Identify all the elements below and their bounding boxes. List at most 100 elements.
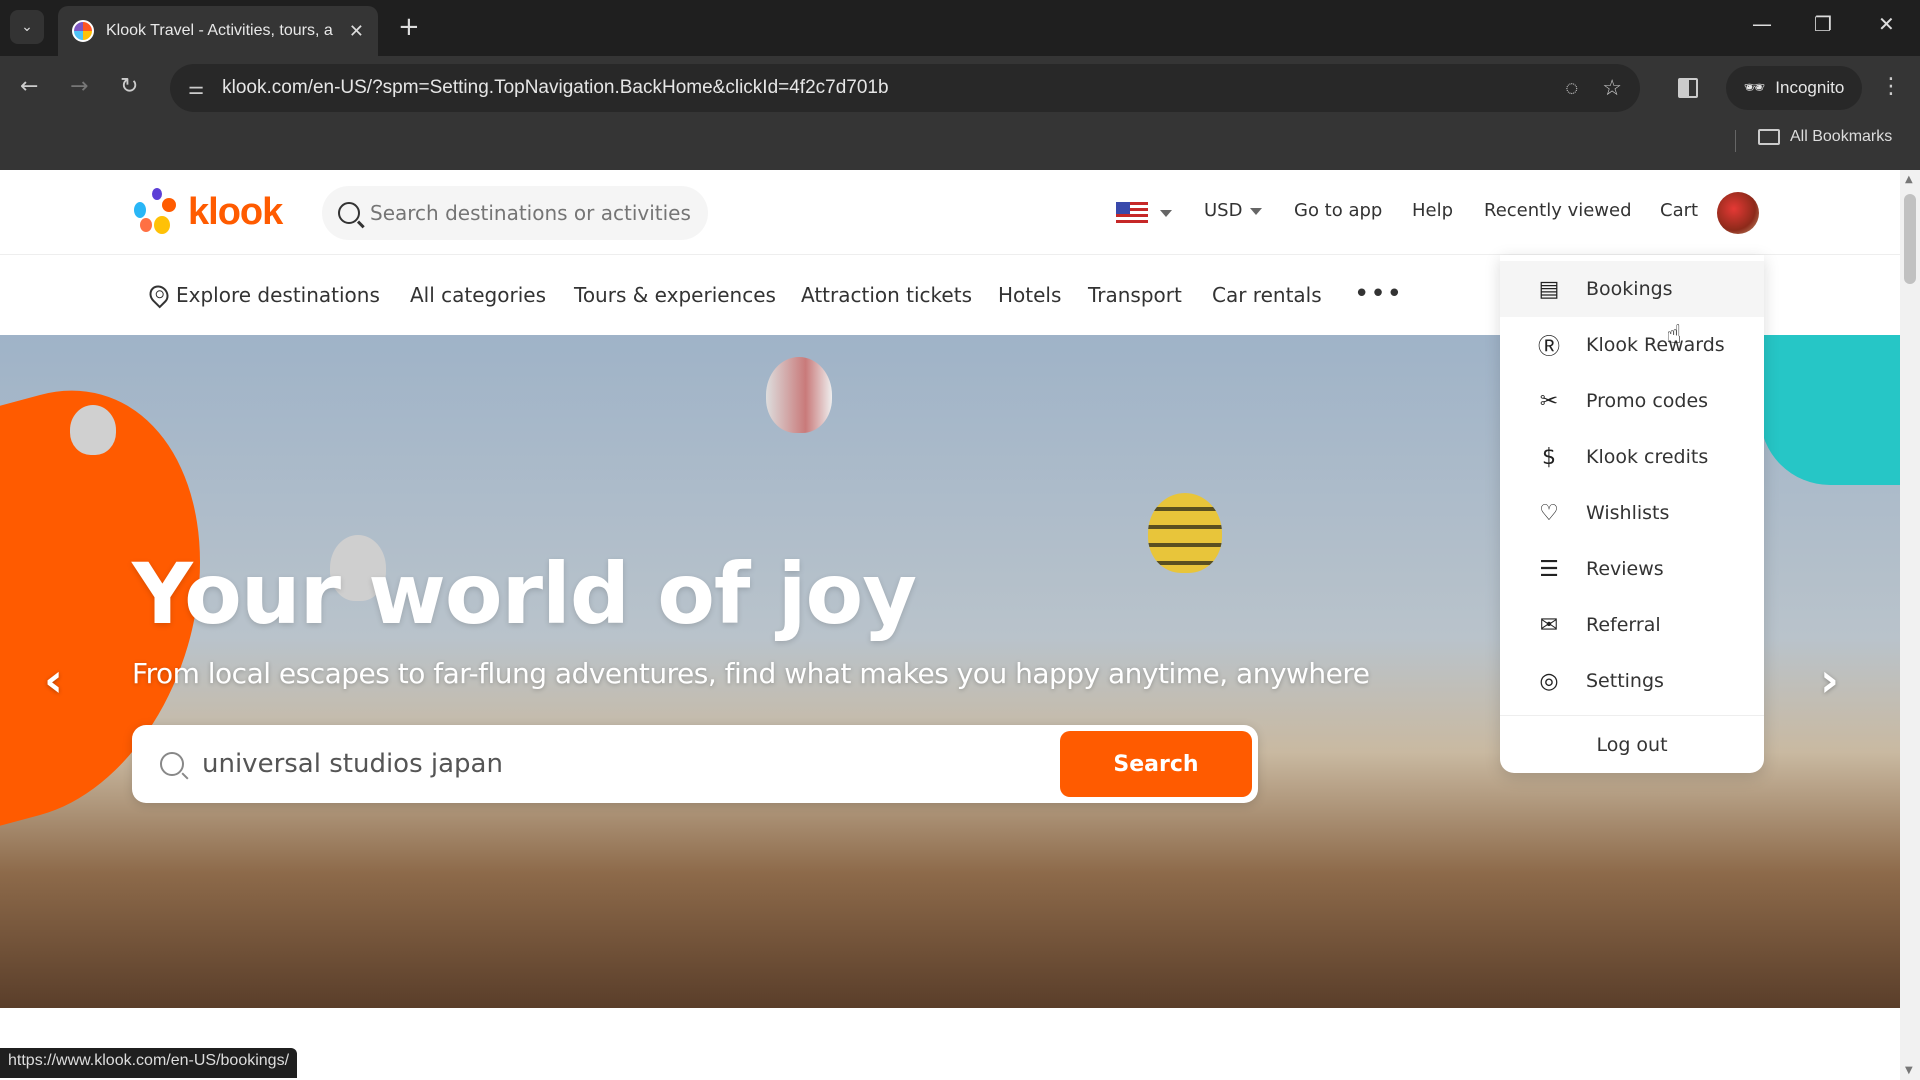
klook-logo[interactable]: klook xyxy=(132,188,283,236)
more-categories-icon[interactable]: ••• xyxy=(1354,279,1403,309)
referral-envelope-icon: ✉ xyxy=(1539,612,1559,638)
menu-item-settings[interactable]: ◎ Settings xyxy=(1500,653,1764,709)
header-search-input[interactable] xyxy=(370,201,690,225)
hero-search-box[interactable]: Search xyxy=(132,725,1258,803)
bookmarks-divider xyxy=(1735,130,1736,152)
scroll-down-icon[interactable]: ▼ xyxy=(1905,1065,1913,1076)
cart-link[interactable]: Cart xyxy=(1660,200,1698,221)
hero-search-input[interactable] xyxy=(202,749,1060,779)
location-pin-icon xyxy=(145,281,173,309)
tab-title: Klook Travel - Activities, tours, a xyxy=(106,22,333,39)
hot-air-balloon-image xyxy=(70,405,116,455)
tracking-protection-eye-icon[interactable]: ◌ xyxy=(1565,75,1578,101)
menu-item-label: Klook credits xyxy=(1586,446,1709,468)
menu-item-label: Settings xyxy=(1586,670,1664,692)
logout-button[interactable]: Log out xyxy=(1500,717,1764,773)
nav-tours-experiences[interactable]: Tours & experiences xyxy=(574,283,776,307)
decorative-teal-shape xyxy=(1760,335,1900,485)
nav-attraction-tickets[interactable]: Attraction tickets xyxy=(801,283,972,307)
carousel-next-icon[interactable]: › xyxy=(1820,653,1839,707)
menu-item-label: Promo codes xyxy=(1586,390,1709,412)
all-bookmarks-label: All Bookmarks xyxy=(1790,128,1893,145)
page-scrollbar[interactable]: ▲ ▼ xyxy=(1900,170,1920,1080)
hot-air-balloon-image xyxy=(1148,493,1222,573)
currency-label: USD xyxy=(1204,200,1243,221)
header-search-box[interactable] xyxy=(322,186,708,240)
go-to-app-link[interactable]: Go to app xyxy=(1294,200,1382,221)
hand-cursor-icon: ☝ xyxy=(1666,320,1682,350)
all-bookmarks-button[interactable]: All Bookmarks xyxy=(1758,128,1892,146)
settings-icon: ◎ xyxy=(1539,668,1559,694)
address-bar[interactable]: ⚌ klook.com/en-US/?spm=Setting.TopNaviga… xyxy=(170,64,1640,112)
menu-item-promo-codes[interactable]: ✂ Promo codes xyxy=(1500,373,1764,429)
incognito-indicator[interactable]: 🕶 Incognito xyxy=(1726,66,1862,110)
back-button[interactable]: ← xyxy=(20,74,38,99)
klook-wordmark: klook xyxy=(188,190,283,233)
menu-item-label: Klook Rewards xyxy=(1586,334,1725,356)
klook-page: klook USD Go to app Help Recently viewed… xyxy=(0,170,1900,1080)
account-dropdown-menu: ▤ Bookings Ⓡ Klook Rewards ✂ Promo codes… xyxy=(1500,255,1764,773)
review-bubble-icon: ☰ xyxy=(1539,556,1559,582)
rewards-icon: Ⓡ xyxy=(1537,335,1560,360)
restore-window-button[interactable]: ❐ xyxy=(1814,12,1832,36)
menu-item-referral[interactable]: ✉ Referral xyxy=(1500,597,1764,653)
folder-icon xyxy=(1758,129,1780,145)
hero-title: Your world of joy xyxy=(132,545,917,643)
menu-item-wishlists[interactable]: ♡ Wishlists xyxy=(1500,485,1764,541)
language-caret-icon[interactable] xyxy=(1160,210,1172,217)
bookmark-star-icon[interactable]: ☆ xyxy=(1602,75,1622,101)
url-text[interactable]: klook.com/en-US/?spm=Setting.TopNavigati… xyxy=(222,77,1541,99)
hot-air-balloon-image xyxy=(766,357,832,433)
menu-item-bookings[interactable]: ▤ Bookings xyxy=(1500,261,1764,317)
klook-logo-icon xyxy=(132,188,180,236)
nav-hotels[interactable]: Hotels xyxy=(998,283,1061,307)
nav-label: Explore destinations xyxy=(176,283,380,307)
close-window-button[interactable]: ✕ xyxy=(1878,12,1895,36)
nav-all-categories[interactable]: All categories xyxy=(410,283,546,307)
side-panel-icon[interactable] xyxy=(1678,78,1698,98)
site-info-icon[interactable]: ⚌ xyxy=(188,78,204,99)
status-bar-url: https://www.klook.com/en-US/bookings/ xyxy=(0,1048,298,1078)
heart-icon: ♡ xyxy=(1539,500,1559,526)
incognito-label: Incognito xyxy=(1775,78,1845,97)
menu-item-reviews[interactable]: ☰ Reviews xyxy=(1500,541,1764,597)
currency-selector[interactable]: USD xyxy=(1204,200,1263,221)
browser-tab-active[interactable]: Klook Travel - Activities, tours, a ✕ xyxy=(58,6,378,56)
recently-viewed-link[interactable]: Recently viewed xyxy=(1484,200,1632,221)
menu-divider xyxy=(1500,715,1764,716)
money-bag-icon: $ xyxy=(1542,444,1556,470)
scroll-up-icon[interactable]: ▲ xyxy=(1905,174,1913,185)
menu-item-klook-rewards[interactable]: Ⓡ Klook Rewards xyxy=(1500,317,1764,373)
hero-subtitle: From local escapes to far-flung adventur… xyxy=(132,657,1370,690)
menu-item-label: Wishlists xyxy=(1586,502,1670,524)
nav-transport[interactable]: Transport xyxy=(1088,283,1182,307)
site-header: klook USD Go to app Help Recently viewed… xyxy=(0,170,1900,255)
forward-button[interactable]: → xyxy=(70,74,88,99)
scrollbar-thumb[interactable] xyxy=(1904,194,1916,284)
us-flag-icon[interactable] xyxy=(1116,202,1148,224)
bookings-icon: ▤ xyxy=(1538,276,1560,302)
chevron-down-icon xyxy=(1250,207,1263,215)
klook-favicon-icon xyxy=(72,20,94,42)
search-icon xyxy=(338,202,360,224)
promo-ticket-icon: ✂ xyxy=(1539,388,1559,414)
minimize-window-button[interactable]: — xyxy=(1752,12,1772,36)
nav-car-rentals[interactable]: Car rentals xyxy=(1212,283,1322,307)
tab-search-button[interactable]: ⌄ xyxy=(10,10,44,44)
browser-toolbar: ← → ↻ ⚌ klook.com/en-US/?spm=Setting.Top… xyxy=(0,56,1920,170)
reload-button[interactable]: ↻ xyxy=(120,74,138,99)
search-icon xyxy=(160,752,184,776)
menu-item-klook-credits[interactable]: $ Klook credits xyxy=(1500,429,1764,485)
help-link[interactable]: Help xyxy=(1412,200,1453,221)
menu-item-label: Referral xyxy=(1586,614,1661,636)
menu-item-label: Bookings xyxy=(1586,278,1673,300)
menu-item-label: Reviews xyxy=(1586,558,1664,580)
user-avatar[interactable] xyxy=(1717,192,1759,234)
search-button[interactable]: Search xyxy=(1060,731,1252,797)
browser-tab-strip: ⌄ Klook Travel - Activities, tours, a ✕ … xyxy=(0,0,1920,56)
carousel-prev-icon[interactable]: ‹ xyxy=(44,653,63,707)
nav-explore-destinations[interactable]: Explore destinations xyxy=(145,281,380,309)
browser-menu-icon[interactable]: ⋮ xyxy=(1880,74,1902,99)
new-tab-button[interactable]: + xyxy=(398,12,420,42)
close-tab-icon[interactable]: ✕ xyxy=(349,21,364,42)
